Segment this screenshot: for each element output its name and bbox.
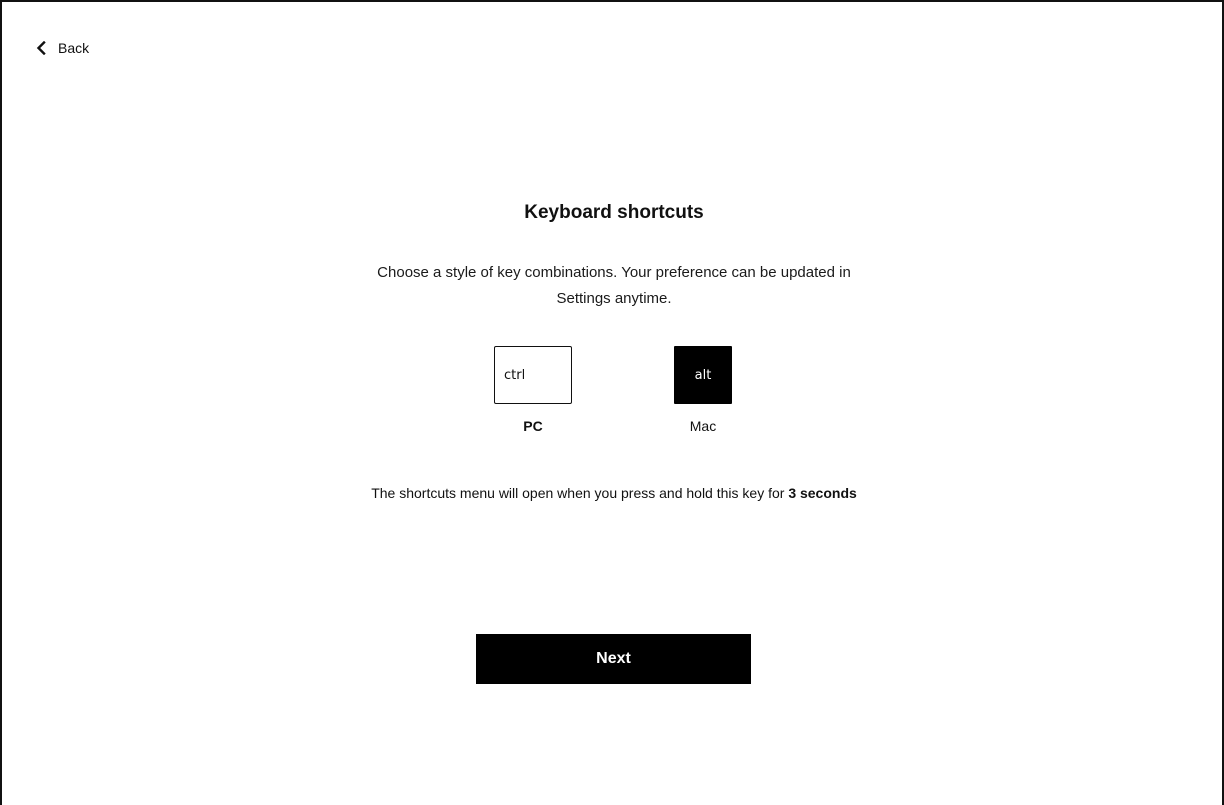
back-button[interactable]: Back — [36, 40, 89, 56]
ctrl-key-tile[interactable]: ctrl — [494, 346, 572, 404]
back-label: Back — [58, 40, 90, 56]
page-title: Keyboard shortcuts — [524, 202, 704, 223]
pc-label: PC — [523, 418, 543, 434]
hold-key-hint: The shortcuts menu will open when you pr… — [2, 485, 1224, 501]
hint-text: The shortcuts menu will open when you pr… — [371, 485, 789, 501]
mac-label: Mac — [689, 418, 717, 434]
hint-duration: 3 seconds — [788, 485, 857, 501]
app-frame: Back Keyboard shortcuts Choose a style o… — [0, 0, 1224, 805]
page-description: Choose a style of key combinations. Your… — [377, 264, 851, 307]
next-button[interactable]: Next — [476, 634, 751, 684]
mac-option[interactable]: alt Mac — [674, 346, 732, 434]
chevron-left-icon — [36, 41, 46, 55]
pc-option[interactable]: ctrl PC — [494, 346, 572, 434]
alt-key-tile[interactable]: alt — [674, 346, 732, 404]
